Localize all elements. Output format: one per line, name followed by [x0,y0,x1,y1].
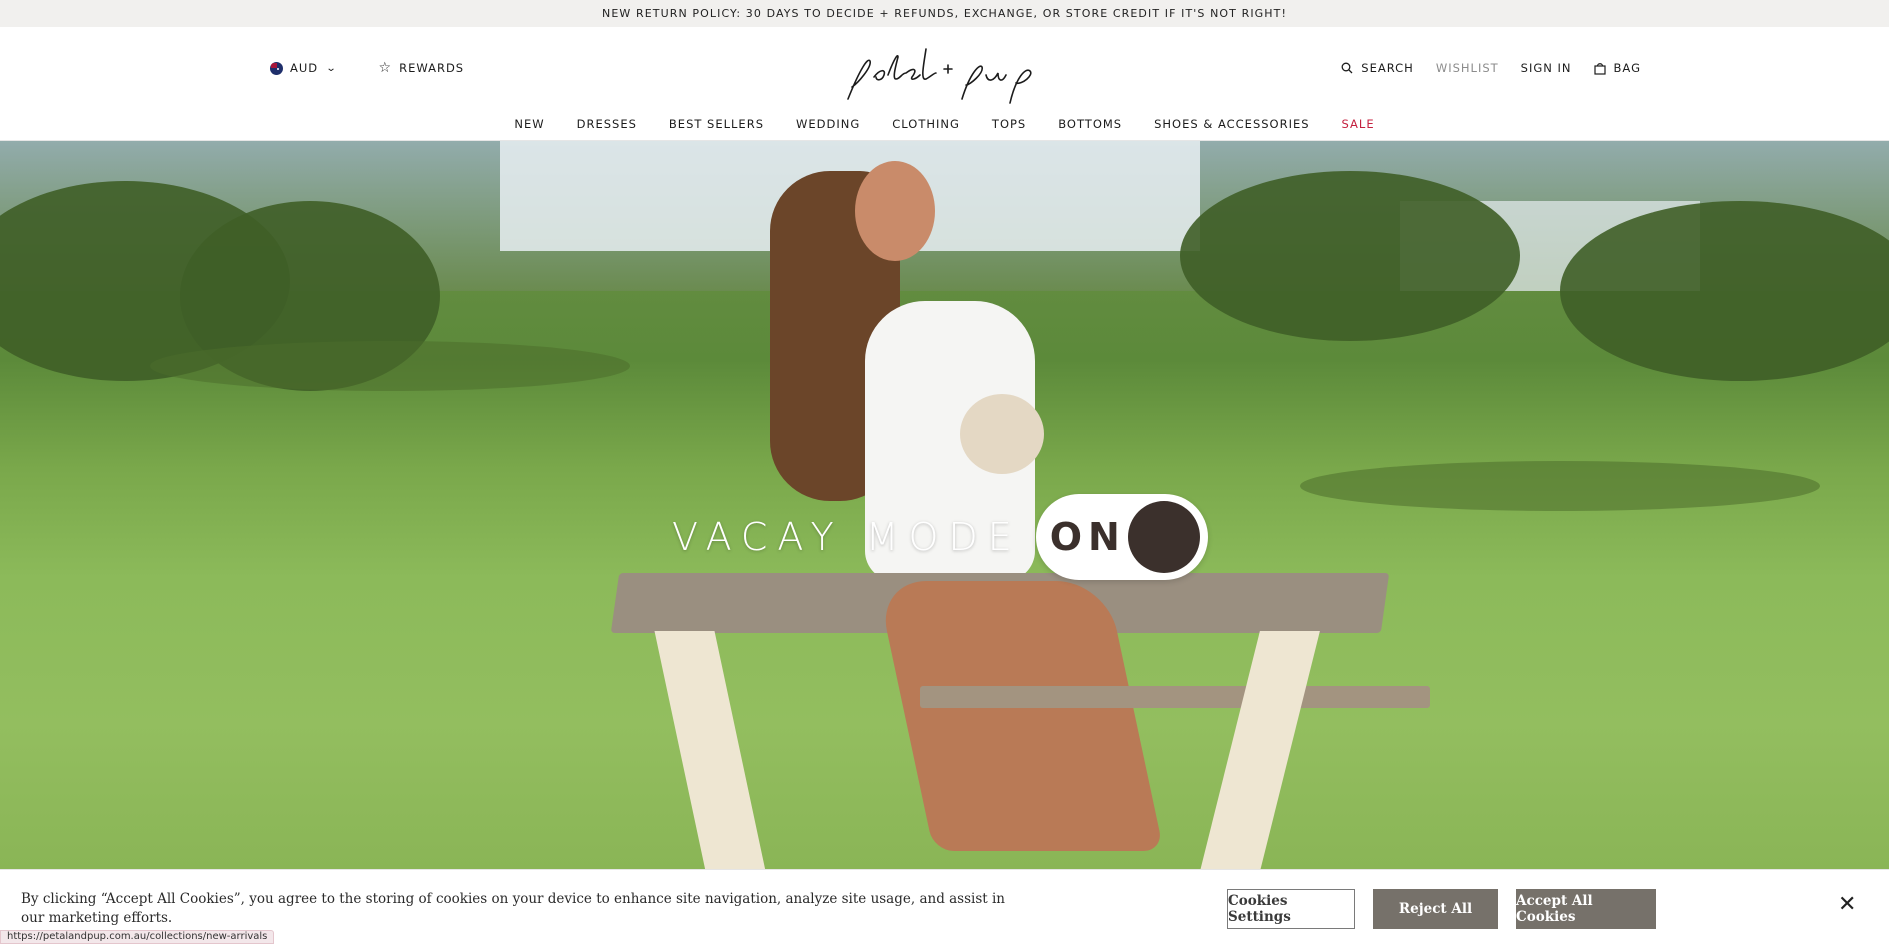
accept-all-cookies-button[interactable]: Accept All Cookies [1516,889,1656,929]
hero-table-leg [1200,631,1320,870]
toggle-on-label: ON [1049,515,1126,559]
rewards-label: REWARDS [399,61,465,75]
search-label: SEARCH [1361,61,1414,75]
sign-in-link[interactable]: SIGN IN [1521,61,1572,75]
status-bar-url: https://petalandpup.com.au/collections/n… [0,930,275,944]
nav-item-wedding[interactable]: WEDDING [780,117,876,131]
hero-table-leg [654,631,766,870]
wishlist-link[interactable]: WISHLIST [1436,61,1499,75]
star-icon: ☆ [378,60,393,76]
sign-in-label: SIGN IN [1520,61,1572,75]
hero-picnic-bench [920,686,1430,708]
vacay-mode-toggle[interactable]: ON [1035,494,1208,580]
nav-item-clothing[interactable]: CLOTHING [876,117,976,131]
currency-selector[interactable]: AUD ⌄ [270,61,337,75]
announcement-bar[interactable]: NEW RETURN POLICY: 30 DAYS TO DECIDE + R… [0,0,1889,27]
close-icon[interactable]: ✕ [1838,894,1856,916]
header-right: SEARCH WISHLIST SIGN IN BAG [1341,61,1641,75]
toggle-knob [1127,501,1200,573]
vacay-mode-text: VACAY MODE [672,515,1022,559]
search-icon [1341,62,1353,74]
site-header: AUD ⌄ ☆ REWARDS SEARCH WISHLIST SIGN IN … [0,27,1889,141]
main-nav: NEW DRESSES BEST SELLERS WEDDING CLOTHIN… [0,117,1889,131]
announcement-text: NEW RETURN POLICY: 30 DAYS TO DECIDE + R… [602,7,1287,20]
hero-palm-tree [1560,201,1889,381]
reject-all-button[interactable]: Reject All [1373,889,1498,929]
wishlist-label: WISHLIST [1435,61,1499,75]
cookie-buttons: Cookies Settings Reject All Accept All C… [1227,889,1656,929]
shopping-bag-icon [1593,62,1606,75]
cookies-settings-button[interactable]: Cookies Settings [1227,889,1355,929]
bag-label: BAG [1613,61,1641,75]
rewards-link[interactable]: ☆ REWARDS [379,61,465,75]
nav-item-best-sellers[interactable]: BEST SELLERS [653,117,780,131]
search-button[interactable]: SEARCH [1341,61,1414,75]
nav-item-shoes-accessories[interactable]: SHOES & ACCESSORIES [1138,117,1325,131]
nav-item-sale[interactable]: SALE [1326,117,1391,131]
australia-flag-icon [270,61,283,75]
hero-model-face [855,161,935,261]
hero-coconut-drink [960,394,1044,474]
chevron-down-icon: ⌄ [325,62,338,74]
nav-item-bottoms[interactable]: BOTTOMS [1042,117,1138,131]
hero-tree-shadow [150,341,630,391]
cookie-banner: By clicking “Accept All Cookies”, you ag… [0,869,1889,944]
nav-item-dresses[interactable]: DRESSES [561,117,653,131]
hero-headline: VACAY MODE ON [672,494,1208,580]
logo-script [847,48,1032,104]
hero-banner[interactable]: VACAY MODE ON [0,141,1889,870]
currency-label: AUD [290,61,319,75]
bag-button[interactable]: BAG [1593,61,1641,75]
brand-logo[interactable] [840,39,1050,109]
header-left: AUD ⌄ ☆ REWARDS [270,61,464,75]
nav-item-new[interactable]: NEW [498,117,560,131]
hero-palm-tree [1180,171,1520,341]
hero-tree-shadow [1300,461,1820,511]
cookie-consent-text: By clicking “Accept All Cookies”, you ag… [21,891,1006,926]
nav-item-tops[interactable]: TOPS [976,117,1042,131]
